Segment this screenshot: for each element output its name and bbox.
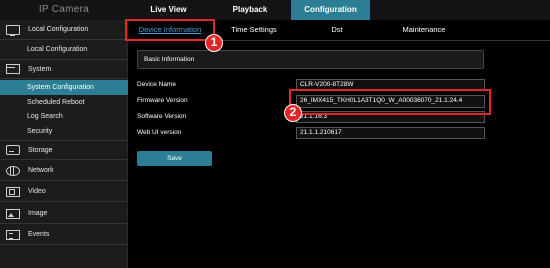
annotation-badge-1: 1 bbox=[205, 34, 223, 52]
sidebar-item-storage[interactable]: Storage bbox=[0, 140, 128, 160]
sidebar-item-video[interactable]: Video bbox=[0, 182, 128, 202]
sidebar-item-label: Image bbox=[28, 210, 48, 217]
sidebar-subitem-security[interactable]: Security bbox=[0, 124, 128, 139]
sidebar-item-label: Video bbox=[28, 188, 46, 195]
section-header: Basic Information bbox=[137, 50, 484, 69]
firmware-version-label: Firmware Version bbox=[137, 97, 188, 104]
sidebar-item-label: Network bbox=[28, 167, 54, 174]
image-icon bbox=[6, 208, 20, 219]
sidebar-subitem-local-configuration[interactable]: Local Configuration bbox=[0, 42, 128, 57]
video-icon bbox=[6, 186, 20, 197]
tab-playback[interactable]: Playback bbox=[209, 0, 291, 20]
sidebar-subitem-system-configuration[interactable]: System Configuration bbox=[0, 80, 128, 95]
sidebar-item-network[interactable]: Network bbox=[0, 161, 128, 181]
sidebar-item-label: Events bbox=[28, 231, 50, 238]
top-bar: IP Camera Live View Playback Configurati… bbox=[0, 0, 550, 20]
sidebar-item-label: System bbox=[28, 65, 52, 73]
web-ui-version-label: Web UI version bbox=[137, 129, 182, 136]
sidebar-item-events[interactable]: Events bbox=[0, 225, 128, 245]
tab-time-settings[interactable]: Time Settings bbox=[219, 20, 289, 39]
tab-maintenance[interactable]: Maintenance bbox=[391, 20, 457, 39]
device-name-label: Device Name bbox=[137, 81, 177, 88]
globe-icon bbox=[6, 165, 20, 176]
annotation-badge-2: 2 bbox=[284, 104, 302, 122]
save-button[interactable]: Save bbox=[137, 151, 212, 166]
events-icon bbox=[6, 229, 20, 240]
sidebar-item-label: Local Configuration bbox=[28, 26, 89, 33]
sidebar-item-system[interactable]: System bbox=[0, 59, 128, 79]
sidebar-item-local-configuration[interactable]: Local Configuration bbox=[0, 20, 128, 40]
web-ui-version-field: 21.1.1.210617 bbox=[296, 127, 485, 139]
tab-dst[interactable]: Dst bbox=[322, 20, 352, 39]
sidebar-subitem-log-search[interactable]: Log Search bbox=[0, 109, 128, 124]
sidebar-subitem-scheduled-reboot[interactable]: Scheduled Reboot bbox=[0, 95, 128, 110]
sidebar: Local Configuration Local Configuration … bbox=[0, 20, 128, 268]
app-title: IP Camera bbox=[38, 4, 90, 15]
tab-live-view[interactable]: Live View bbox=[128, 0, 209, 20]
monitor-icon bbox=[6, 24, 20, 36]
storage-icon bbox=[6, 145, 20, 155]
sidebar-item-image[interactable]: Image bbox=[0, 204, 128, 224]
software-version-label: Software Version bbox=[137, 113, 187, 120]
sidebar-item-label: Storage bbox=[28, 146, 53, 154]
system-icon bbox=[6, 64, 20, 74]
annotation-highlight-device-information bbox=[125, 19, 215, 41]
tab-configuration[interactable]: Configuration bbox=[291, 0, 370, 20]
annotation-highlight-firmware-version bbox=[289, 89, 491, 115]
